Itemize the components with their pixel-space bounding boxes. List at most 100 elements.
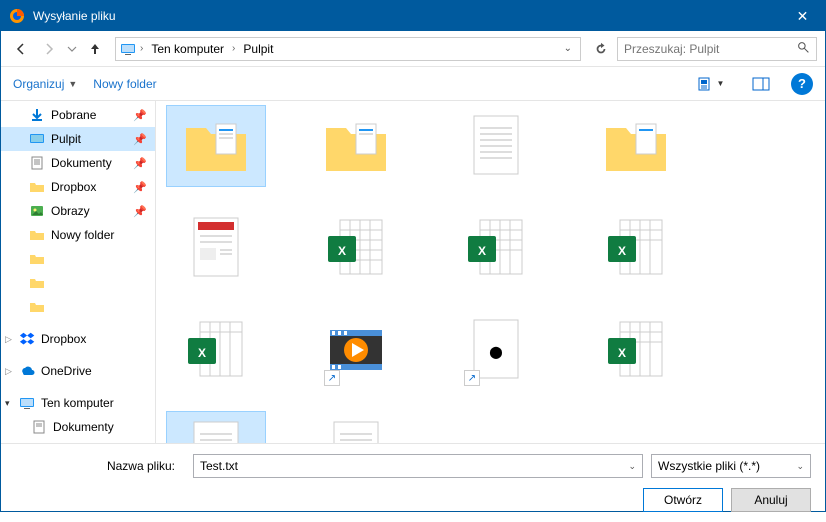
sidebar-label: Dokumenty	[51, 156, 112, 170]
shortcut-overlay-icon: ↗	[464, 370, 480, 386]
sidebar-item-dropbox[interactable]: Dropbox 📌	[1, 175, 155, 199]
chevron-down-icon: ▼	[717, 79, 725, 88]
toolbar: Organizuj ▼ Nowy folder ▼ ?	[1, 67, 825, 101]
download-icon	[29, 107, 45, 123]
pin-icon: 📌	[133, 133, 147, 146]
firefox-icon	[9, 8, 25, 24]
sidebar-label: Dropbox	[51, 180, 96, 194]
filename-label: Nazwa pliku:	[15, 459, 185, 473]
search-icon	[797, 41, 810, 57]
this-pc-icon	[19, 395, 35, 411]
expand-icon[interactable]: ▷	[5, 334, 12, 345]
sidebar-label: Dropbox	[41, 332, 86, 346]
expand-icon[interactable]: ▷	[5, 366, 12, 377]
folder-icon	[29, 179, 45, 195]
sidebar-label: Obrazy	[51, 204, 90, 218]
up-button[interactable]	[83, 37, 107, 61]
desktop-icon	[29, 131, 45, 147]
chevron-down-icon[interactable]: ⌄	[628, 461, 636, 472]
file-item-folder[interactable]	[166, 105, 266, 187]
breadcrumb-root[interactable]: Ten komputer	[147, 40, 228, 58]
svg-text:X: X	[618, 244, 626, 258]
pin-icon: 📌	[133, 181, 147, 194]
sidebar-item-folder[interactable]	[1, 295, 155, 319]
this-pc-icon	[120, 41, 136, 57]
file-item-txt[interactable]	[306, 411, 406, 443]
sidebar-item-nowy-folder[interactable]: Nowy folder	[1, 223, 155, 247]
sidebar-item-onedrive[interactable]: ▷ OneDrive	[1, 359, 155, 383]
pictures-icon	[29, 203, 45, 219]
back-button[interactable]	[9, 37, 33, 61]
sidebar-label: Pobrane	[51, 108, 96, 122]
recent-dropdown[interactable]	[65, 37, 79, 61]
sidebar-label: OneDrive	[41, 364, 92, 378]
folder-icon	[29, 251, 45, 267]
file-item-folder[interactable]	[586, 105, 686, 187]
file-item-excel[interactable]: X	[166, 309, 266, 391]
onedrive-icon	[19, 363, 35, 379]
cancel-label: Anuluj	[754, 493, 787, 507]
sidebar-item-pobrane[interactable]: Pobrane 📌	[1, 103, 155, 127]
sidebar-label: Ten komputer	[41, 396, 114, 410]
folder-icon	[29, 275, 45, 291]
sidebar-item-folder[interactable]	[1, 247, 155, 271]
address-bar[interactable]: › Ten komputer › Pulpit ⌄	[115, 37, 581, 61]
sidebar-item-obrazy[interactable]: Obrazy 📌	[1, 199, 155, 223]
filter-label: Wszystkie pliki (*.*)	[658, 459, 760, 473]
window-title: Wysyłanie pliku	[33, 9, 780, 23]
title-bar: Wysyłanie pliku ✕	[1, 1, 825, 31]
file-item-shortcut[interactable]: ⬤ ↗	[446, 309, 546, 391]
file-item-folder[interactable]	[306, 105, 406, 187]
file-item-excel[interactable]: X	[306, 207, 406, 289]
open-label: Otwórz	[664, 493, 702, 507]
pin-icon: 📌	[133, 109, 147, 122]
help-button[interactable]: ?	[791, 73, 813, 95]
chevron-right-icon[interactable]: ›	[232, 43, 235, 54]
chevron-down-icon: ⌄	[796, 461, 804, 472]
file-item-test-txt[interactable]: Test.txt	[166, 411, 266, 443]
svg-text:X: X	[198, 346, 206, 360]
file-item-pdf[interactable]	[166, 207, 266, 289]
breadcrumb-current[interactable]: Pulpit	[239, 40, 277, 58]
forward-button[interactable]	[37, 37, 61, 61]
view-mode-button[interactable]: ▼	[691, 72, 731, 96]
sidebar-item-dropbox-svc[interactable]: ▷ Dropbox	[1, 327, 155, 351]
sidebar-item-dokumenty[interactable]: Dokumenty 📌	[1, 151, 155, 175]
organize-button[interactable]: Organizuj ▼	[13, 77, 77, 91]
new-folder-button[interactable]: Nowy folder	[93, 77, 156, 91]
pin-icon: 📌	[133, 205, 147, 218]
filename-combo[interactable]: ⌄	[193, 454, 643, 478]
svg-text:X: X	[338, 244, 346, 258]
documents-icon	[31, 419, 47, 435]
file-item-excel[interactable]: X	[446, 207, 546, 289]
address-dropdown[interactable]: ⌄	[560, 43, 576, 54]
cancel-button[interactable]: Anuluj	[731, 488, 811, 512]
preview-pane-button[interactable]	[747, 72, 775, 96]
filename-input[interactable]	[200, 459, 628, 473]
file-pane[interactable]: X X X X ↗ ⬤ ↗	[156, 101, 825, 443]
collapse-icon[interactable]: ▾	[5, 398, 10, 409]
folder-icon	[29, 227, 45, 243]
open-button[interactable]: Otwórz	[643, 488, 723, 512]
svg-text:X: X	[478, 244, 486, 258]
sidebar-label: Nowy folder	[51, 228, 114, 242]
chevron-right-icon[interactable]: ›	[140, 43, 143, 54]
organize-label: Organizuj	[13, 77, 64, 91]
new-folder-label: Nowy folder	[93, 77, 156, 91]
navigation-bar: › Ten komputer › Pulpit ⌄	[1, 31, 825, 67]
sidebar-item-pulpit[interactable]: Pulpit 📌	[1, 127, 155, 151]
file-item-excel[interactable]: X	[586, 207, 686, 289]
sidebar-item-lib-dokumenty[interactable]: Dokumenty	[1, 415, 155, 439]
file-item-excel[interactable]: X	[586, 309, 686, 391]
shortcut-overlay-icon: ↗	[324, 370, 340, 386]
search-input[interactable]	[624, 42, 797, 56]
close-button[interactable]: ✕	[780, 1, 825, 31]
sidebar-item-ten-komputer[interactable]: ▾ Ten komputer	[1, 391, 155, 415]
refresh-button[interactable]	[589, 37, 613, 61]
search-box[interactable]	[617, 37, 817, 61]
filter-combo[interactable]: Wszystkie pliki (*.*) ⌄	[651, 454, 811, 478]
svg-text:X: X	[618, 346, 626, 360]
sidebar-item-folder[interactable]	[1, 271, 155, 295]
file-item-txt[interactable]	[446, 105, 546, 187]
file-item-video-shortcut[interactable]: ↗	[306, 309, 406, 391]
